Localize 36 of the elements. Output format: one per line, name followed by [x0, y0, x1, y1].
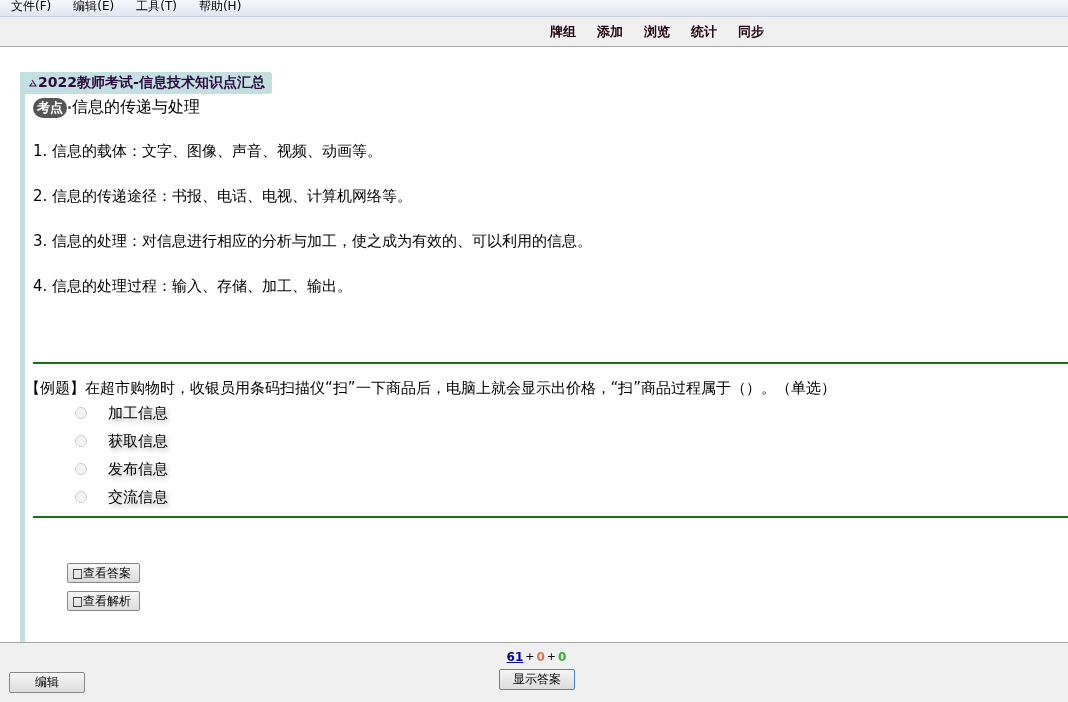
dot-icon — [68, 106, 71, 109]
reveal-button[interactable]: □查看解析 — [67, 591, 141, 611]
menu-item[interactable]: 帮助(H) — [193, 0, 247, 16]
card-count[interactable]: 61 — [506, 650, 524, 664]
toolbar-link[interactable]: 同步 — [738, 22, 764, 41]
topic-heading: 信息的传递与处理 — [72, 97, 200, 118]
knowledge-point: 4. 信息的处理过程：输入、存储、加工、输出。 — [33, 276, 354, 297]
reveal-button[interactable]: □查看答案 — [67, 563, 141, 583]
knowledge-point: 3. 信息的处理：对信息进行相应的分析与加工，使之成为有效的、可以利用的信息。 — [33, 231, 594, 252]
toolbar-link[interactable]: 统计 — [691, 22, 717, 41]
show-answer-button[interactable]: 显示答案 — [498, 669, 575, 690]
tag-badge: 考点 — [33, 97, 67, 118]
menu-item[interactable]: 文件(F) — [6, 0, 57, 16]
toolbar-link[interactable]: 浏览 — [644, 22, 670, 41]
option-label: 加工信息 — [108, 403, 168, 423]
count-separator: + — [546, 650, 557, 664]
menu-item[interactable]: 工具(T) — [131, 0, 182, 16]
toolbar-link[interactable]: 牌组 — [550, 22, 576, 41]
edit-button[interactable]: 编辑 — [9, 672, 85, 693]
menu-item[interactable]: 编辑(E) — [68, 0, 120, 16]
toolbar-link[interactable]: 添加 — [597, 22, 623, 41]
question-text: 【例题】在超市购物时，收银员用条码扫描仪“扫”一下商品后，电脑上就会显示出价格，“扫”商品过程属于（）。（单选） — [25, 378, 838, 399]
card-count: 0 — [558, 650, 567, 664]
option-label: 交流信息 — [108, 487, 168, 507]
radio-button[interactable] — [75, 407, 87, 419]
knowledge-point: 2. 信息的传递途径：书报、电话、电视、计算机网络等。 — [33, 186, 414, 207]
count-separator: + — [525, 650, 535, 664]
deck-icon — [28, 79, 37, 87]
knowledge-point: 1. 信息的载体：文字、图像、声音、视频、动画等。 — [33, 141, 384, 162]
radio-button[interactable] — [75, 463, 87, 475]
deck-title: 2022教师考试-信息技术知识点汇总 — [38, 74, 265, 92]
radio-button[interactable] — [75, 491, 87, 503]
radio-button[interactable] — [75, 435, 87, 447]
card-count: 0 — [536, 650, 545, 664]
option-label: 获取信息 — [108, 431, 168, 451]
option-label: 发布信息 — [108, 459, 168, 479]
